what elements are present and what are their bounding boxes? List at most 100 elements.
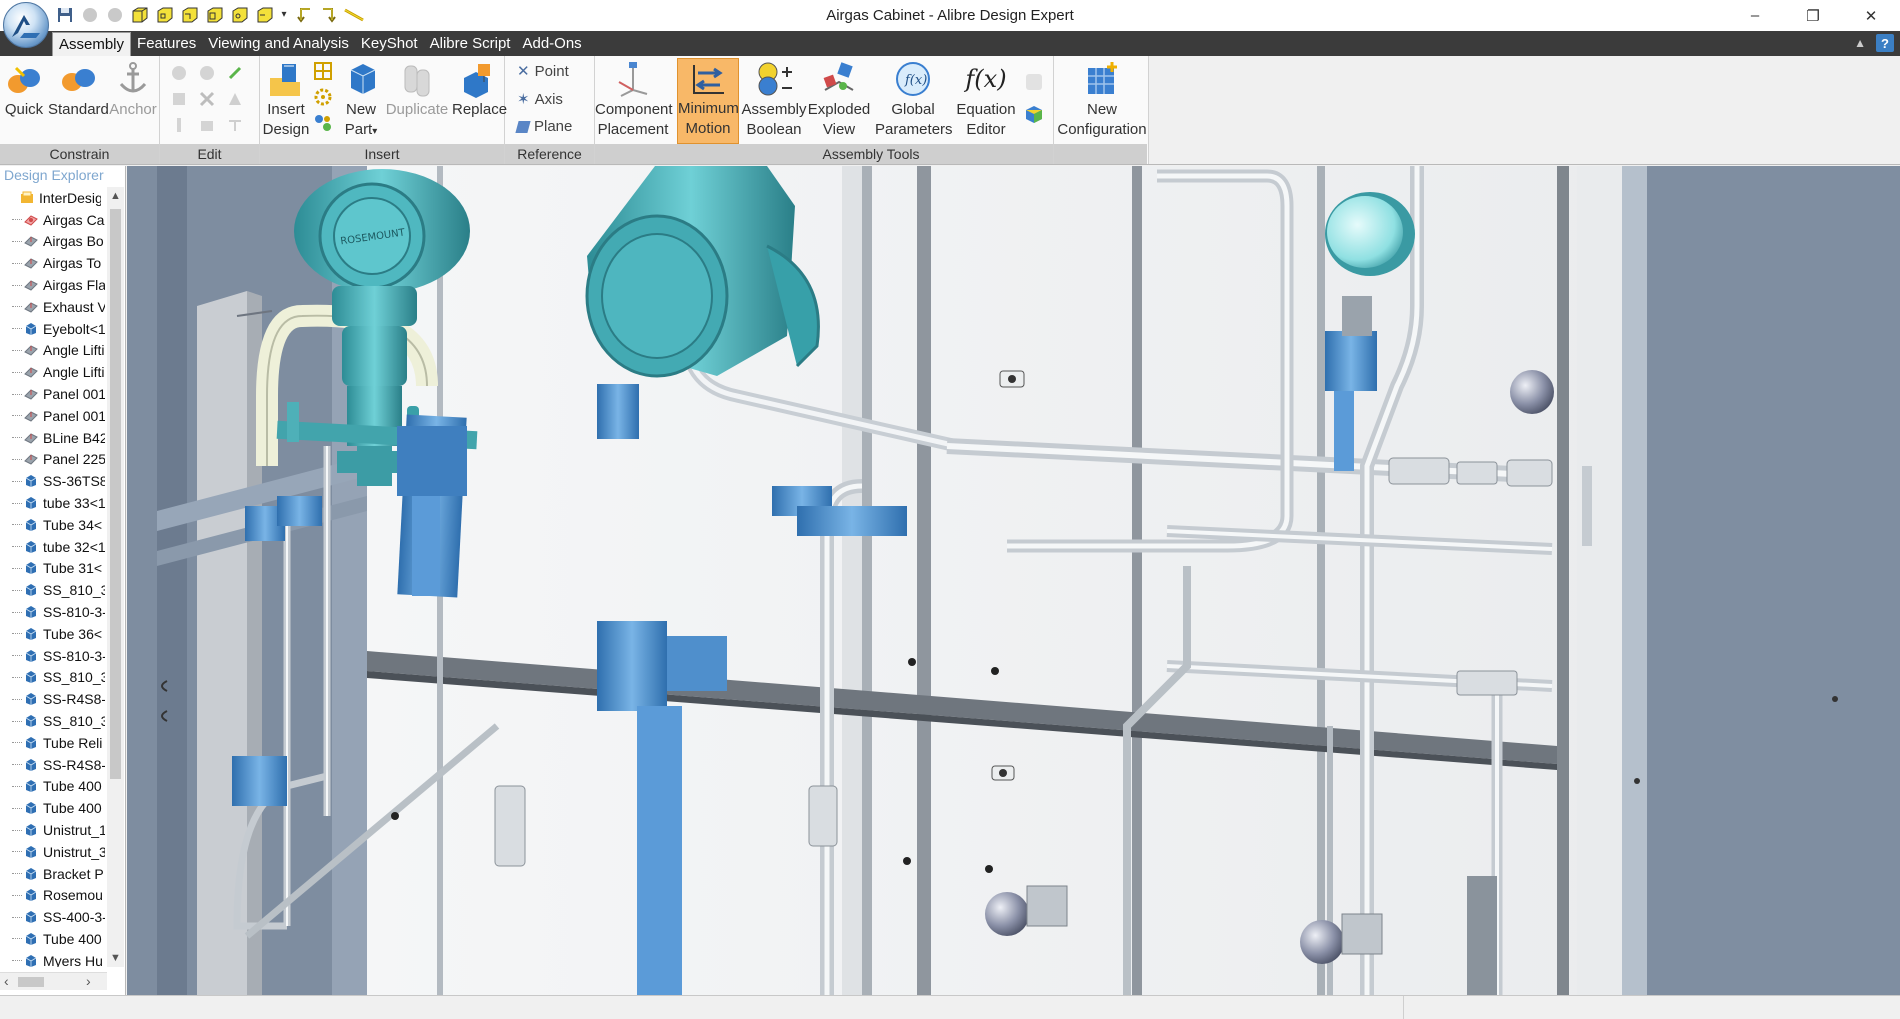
tab-assembly[interactable]: Assembly	[52, 32, 132, 56]
tree-item[interactable]: Tube 400	[0, 776, 110, 798]
tree-item[interactable]: Bracket P	[0, 863, 110, 885]
tab-add-ons[interactable]: Add-Ons	[516, 32, 587, 56]
close-button[interactable]: ✕	[1842, 0, 1900, 31]
tab-keyshot[interactable]: KeyShot	[355, 32, 424, 56]
insert-tool-grid-icon[interactable]	[312, 60, 334, 82]
equation-editor-button[interactable]: f(x) Equation Editor	[953, 60, 1019, 140]
tree-item[interactable]: tube 32<1	[0, 536, 110, 558]
assembly-tool-cube-icon[interactable]	[1019, 100, 1049, 128]
tree-item[interactable]: Tube 34<	[0, 514, 110, 536]
new-design-icon[interactable]	[229, 4, 250, 25]
redo-icon[interactable]	[104, 4, 125, 25]
edit-tool-7-icon[interactable]	[168, 114, 190, 136]
tree-item[interactable]: SS-810-3-	[0, 645, 110, 667]
app-menu-button[interactable]	[3, 2, 49, 48]
tree-item[interactable]: SS-36TS8	[0, 470, 110, 492]
tree-item[interactable]: Tube Reli	[0, 732, 110, 754]
new-part-icon[interactable]	[129, 4, 150, 25]
quick-constrain-button[interactable]: Quick	[4, 60, 44, 120]
minimize-button[interactable]: –	[1726, 0, 1784, 31]
tree-item[interactable]: Airgas To	[0, 252, 110, 274]
tree-item[interactable]: SS_810_3	[0, 667, 110, 689]
horizontal-scrollbar[interactable]: ‹ ›	[0, 972, 107, 990]
tab-features[interactable]: Features	[131, 32, 202, 56]
scroll-left-icon[interactable]: ‹	[4, 973, 9, 989]
tree-item[interactable]: Myers Hu	[0, 950, 110, 967]
tab-viewing-and-analysis[interactable]: Viewing and Analysis	[202, 32, 355, 56]
tree-item[interactable]: Tube 31<	[0, 558, 110, 580]
tree-item[interactable]: Rosemou	[0, 885, 110, 907]
tree-item[interactable]: Exhaust V	[0, 296, 110, 318]
plane-button[interactable]: Plane	[515, 118, 572, 135]
tree-item[interactable]: BLine B42	[0, 427, 110, 449]
tab-alibre-script[interactable]: Alibre Script	[424, 32, 517, 56]
new-sheetmetal-icon[interactable]	[179, 4, 200, 25]
dropdown-icon[interactable]: ▾	[279, 4, 289, 25]
tree-item[interactable]: Unistrut_3	[0, 841, 110, 863]
edit-tool-1-icon[interactable]	[168, 62, 190, 84]
new-part-dropdown-icon[interactable]: ▾	[372, 126, 377, 137]
anchor-button[interactable]: Anchor	[108, 60, 158, 120]
tree-item[interactable]: Eyebolt<1	[0, 318, 110, 340]
new-configuration-button[interactable]: New Configuration	[1056, 60, 1148, 140]
tree-item[interactable]: SS-R4S8-	[0, 754, 110, 776]
vertical-scrollbar[interactable]: ▲ ▼	[107, 187, 124, 967]
design-tree[interactable]: InterDesig Airgas Ca Airgas Bo Airgas To Air…	[0, 187, 110, 967]
tree-item[interactable]: Tube 400	[0, 797, 110, 819]
tree-item[interactable]: SS-810-3-	[0, 601, 110, 623]
tree-item[interactable]: Airgas Fla	[0, 274, 110, 296]
axis-button[interactable]: ✶ Axis	[517, 90, 563, 109]
tree-item[interactable]: Panel 001	[0, 405, 110, 427]
tree-item[interactable]: Unistrut_1	[0, 819, 110, 841]
scroll-right-icon[interactable]: ›	[86, 973, 91, 989]
edit-tool-4-icon[interactable]	[168, 88, 190, 110]
tree-item[interactable]: Panel 225	[0, 449, 110, 471]
tree-item[interactable]: Airgas Bo	[0, 231, 110, 253]
point-button[interactable]: ✕ Point	[517, 62, 569, 81]
arrow-right-icon[interactable]	[318, 4, 339, 25]
edit-tool-9-icon[interactable]	[224, 114, 246, 136]
new-assembly-icon[interactable]	[154, 4, 175, 25]
tree-item[interactable]: tube 33<1	[0, 492, 110, 514]
minimum-motion-button[interactable]: Minimum Motion	[677, 58, 739, 144]
scrollbar-thumb[interactable]	[110, 209, 121, 779]
standard-constrain-button[interactable]: Standard	[48, 60, 109, 120]
restore-button[interactable]: ❐	[1784, 0, 1842, 31]
global-parameters-button[interactable]: f(x) Global Parameters	[875, 60, 953, 140]
edit-tool-2-icon[interactable]	[196, 62, 218, 84]
tree-item[interactable]: Panel 001	[0, 383, 110, 405]
arrow-left-icon[interactable]	[293, 4, 314, 25]
new-drawing-icon[interactable]	[204, 4, 225, 25]
open-icon[interactable]	[254, 4, 275, 25]
tree-item[interactable]: Tube 400	[0, 928, 110, 950]
tree-item[interactable]: SS_810_3	[0, 579, 110, 601]
component-placement-button[interactable]: Component Placement	[595, 60, 673, 140]
exploded-view-button[interactable]: Exploded View	[807, 60, 871, 140]
insert-design-button[interactable]: Insert Design	[262, 60, 310, 140]
tree-item[interactable]: Angle Lifti	[0, 361, 110, 383]
insert-tool-gear-icon[interactable]	[312, 86, 334, 108]
measure-icon[interactable]	[343, 4, 364, 25]
horizontal-scrollbar-thumb[interactable]	[18, 977, 44, 987]
delete-icon[interactable]	[196, 88, 218, 110]
tree-item[interactable]: Angle Lifti	[0, 340, 110, 362]
insert-tool-pattern-icon[interactable]	[312, 112, 334, 134]
3d-viewport[interactable]: ROSEMOUNT	[127, 166, 1900, 995]
tree-item[interactable]: Tube 36<	[0, 623, 110, 645]
save-icon[interactable]	[54, 4, 75, 25]
help-icon[interactable]: ?	[1876, 34, 1894, 52]
scroll-up-icon[interactable]: ▲	[107, 187, 124, 205]
edit-tool-8-icon[interactable]	[196, 114, 218, 136]
duplicate-button[interactable]: Duplicate	[384, 60, 450, 120]
edit-tool-6-icon[interactable]	[224, 88, 246, 110]
edit-tool-3-icon[interactable]	[224, 62, 246, 84]
tree-item[interactable]: SS-R4S8-	[0, 688, 110, 710]
tree-item[interactable]: Airgas Ca	[0, 209, 110, 231]
scroll-down-icon[interactable]: ▼	[107, 949, 124, 967]
undo-icon[interactable]	[79, 4, 100, 25]
new-part-button[interactable]: New Part▾	[340, 60, 382, 142]
collapse-ribbon-icon[interactable]: ▲	[1854, 36, 1866, 50]
tree-item[interactable]: SS-400-3-	[0, 906, 110, 928]
tree-item[interactable]: InterDesig	[0, 187, 110, 209]
assembly-tool-disabled-icon[interactable]	[1019, 68, 1049, 96]
